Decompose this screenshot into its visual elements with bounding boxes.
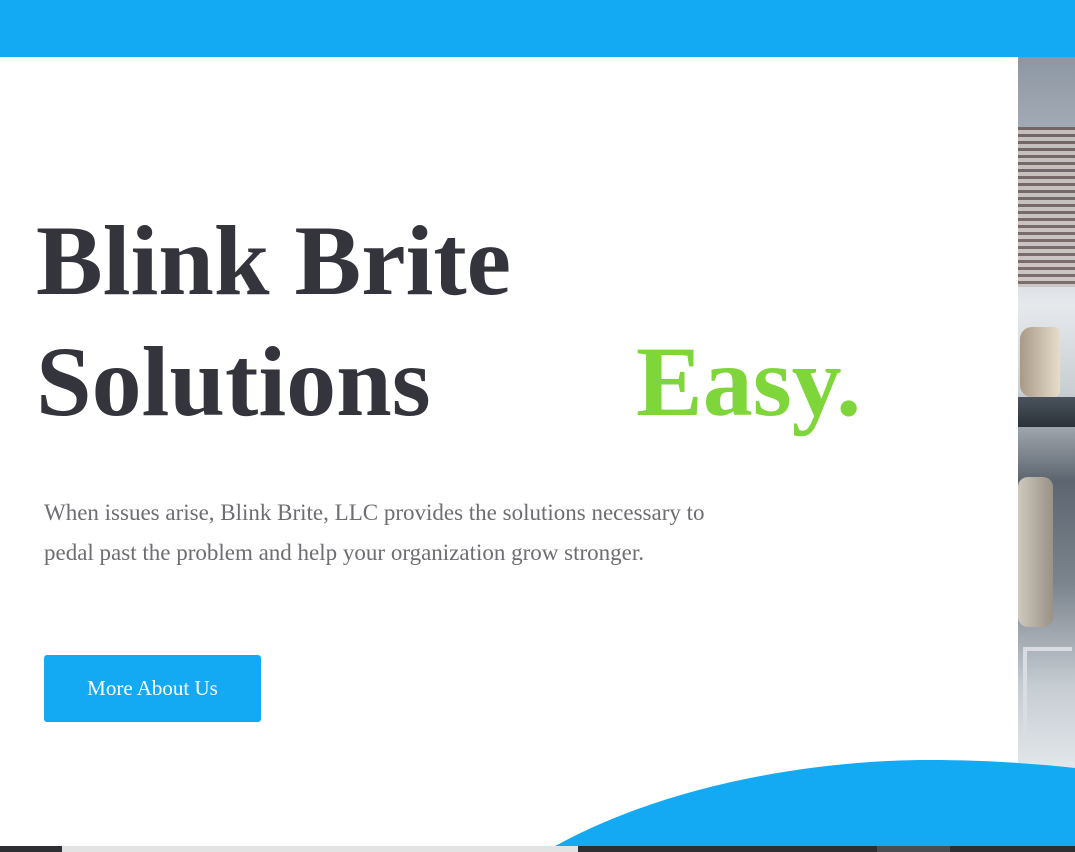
chair-frame — [1023, 647, 1072, 741]
office-chair-back — [1018, 477, 1053, 627]
headline-line-1: Blink Brite — [36, 205, 512, 316]
hero-description: When issues arise, Blink Brite, LLC prov… — [44, 500, 705, 565]
bottom-edge-strip — [0, 846, 1075, 852]
headline-line-2: Solutions — [36, 326, 431, 437]
bottom-strip-segment — [877, 846, 950, 852]
top-header-bar — [0, 0, 1075, 57]
headline-accent-word: Easy. — [636, 326, 862, 437]
office-chair — [1020, 327, 1060, 397]
bottom-strip-segment — [62, 846, 578, 852]
office-interior-photo — [1018, 57, 1075, 787]
more-about-us-button[interactable]: More About Us — [44, 655, 261, 722]
window-blinds — [1018, 127, 1075, 287]
page: Blink Brite Solutions Easy. When issues … — [0, 0, 1075, 852]
conference-table — [1018, 397, 1075, 427]
hero-headline: Blink Brite Solutions Easy. — [36, 200, 861, 442]
